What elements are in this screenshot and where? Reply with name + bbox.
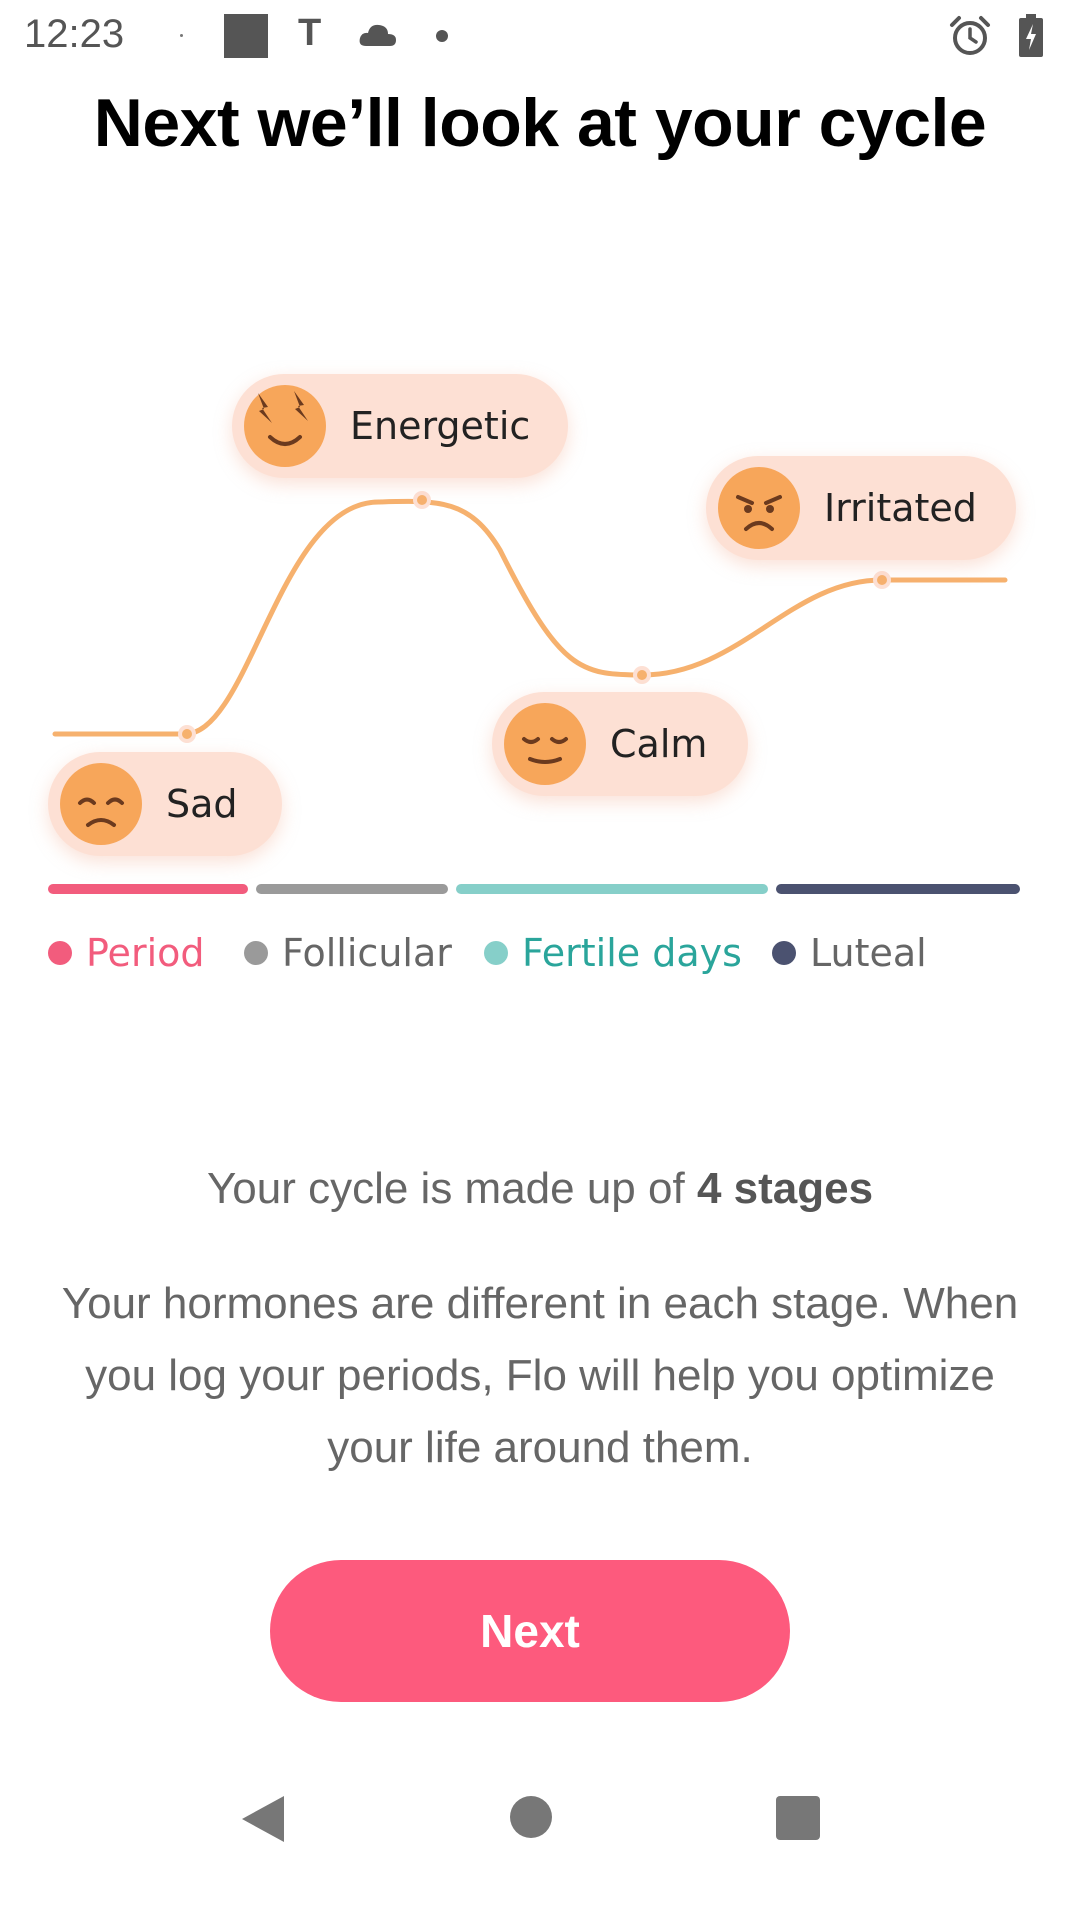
luteal-dot-icon — [772, 941, 796, 965]
phase-bar-period — [48, 884, 248, 894]
fertile-dot-icon — [484, 941, 508, 965]
legend-period: Period — [48, 928, 205, 978]
battery-charging-icon — [1018, 14, 1044, 63]
square-notification-icon — [224, 14, 268, 58]
sad-face-icon — [60, 763, 142, 845]
mood-pill-sad: Sad — [48, 752, 282, 856]
status-bar: 12:23 T — [0, 0, 1080, 72]
mood-pill-irritated: Irritated — [706, 456, 1016, 560]
mood-pill-energetic: Energetic — [232, 374, 568, 478]
mood-label: Irritated — [824, 486, 977, 530]
cloud-icon — [358, 20, 398, 55]
phase-bar-follicular — [256, 884, 448, 894]
energetic-face-icon — [244, 385, 326, 467]
phase-bar-luteal — [776, 884, 1020, 894]
home-circle-icon[interactable] — [510, 1796, 552, 1838]
small-dot-icon — [180, 34, 183, 37]
t-letter-icon: T — [298, 12, 322, 54]
follicular-dot-icon — [244, 941, 268, 965]
status-time: 12:23 — [24, 12, 125, 56]
page-title: Next we’ll look at your cycle — [93, 85, 987, 161]
cycle-stages-heading: Your cycle is made up of 4 stages — [206, 1164, 874, 1213]
calm-face-icon — [504, 703, 586, 785]
phase-bar-fertile — [456, 884, 768, 894]
legend-luteal: Luteal — [772, 928, 927, 978]
recents-square-icon[interactable] — [776, 1796, 820, 1840]
legend-fertile-days: Fertile days — [484, 928, 742, 978]
mood-label: Energetic — [350, 404, 531, 448]
dot-icon — [436, 30, 448, 42]
back-triangle-icon[interactable] — [240, 1794, 286, 1849]
cycle-description: Your hormones are different in each stag… — [61, 1279, 1019, 1472]
mood-label: Calm — [610, 722, 708, 766]
mood-cycle-chart: Energetic Irritated Calm Sad — [0, 360, 1080, 920]
next-button[interactable]: Next — [270, 1560, 790, 1702]
period-dot-icon — [48, 941, 72, 965]
mood-pill-calm: Calm — [492, 692, 748, 796]
alarm-icon — [948, 14, 992, 63]
mood-label: Sad — [166, 782, 238, 826]
legend-follicular: Follicular — [244, 928, 452, 978]
irritated-face-icon — [718, 467, 800, 549]
